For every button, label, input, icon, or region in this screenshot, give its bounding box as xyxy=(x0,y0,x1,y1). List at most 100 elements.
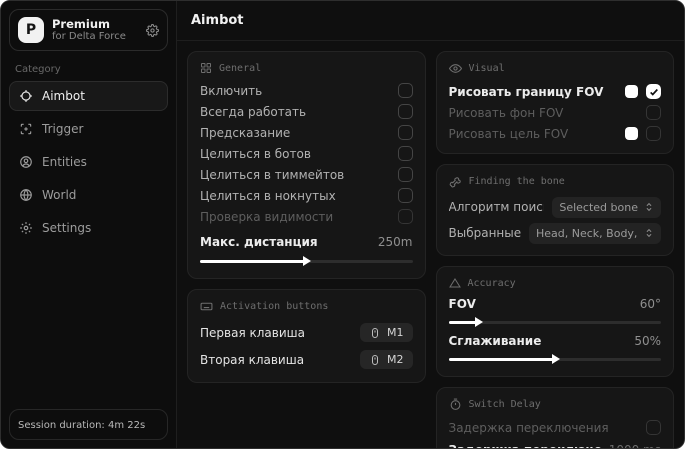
checkbox-draw-fov-background[interactable] xyxy=(646,105,661,120)
keybind-value: M1 xyxy=(387,326,404,339)
setting-label: Сглаживание xyxy=(449,334,627,348)
left-column: General Включить Всегда работать Предска… xyxy=(187,51,426,438)
category-label: Category xyxy=(15,64,162,75)
max-distance-slider[interactable] xyxy=(200,255,413,267)
checkbox-draw-fov-border[interactable] xyxy=(646,84,661,99)
sidebar-item-label: World xyxy=(42,188,76,202)
general-card: General Включить Всегда работать Предска… xyxy=(187,51,426,279)
keybind-value: M2 xyxy=(387,353,404,366)
activation-title-text: Activation buttons xyxy=(220,301,328,312)
fov-slider[interactable] xyxy=(449,316,662,328)
setting-label: Выбранные кости xyxy=(449,226,522,240)
eye-icon xyxy=(449,62,462,75)
setting-label: Рисовать цель FOV xyxy=(449,127,618,141)
color-swatch[interactable] xyxy=(625,85,638,98)
sidebar-item-entities[interactable]: Entities xyxy=(9,147,168,177)
select-value: Head, Neck, Body, Pe.. xyxy=(536,227,638,240)
max-distance-value: 250m xyxy=(378,235,413,249)
keybind-label: Вторая клавиша xyxy=(200,353,352,367)
accuracy-card-title: Accuracy xyxy=(449,277,662,289)
crosshair-icon xyxy=(19,89,33,103)
fov-value: 60° xyxy=(640,297,661,311)
sidebar-item-trigger[interactable]: Trigger xyxy=(9,114,168,144)
checkbox-aim-teammates[interactable] xyxy=(398,167,413,182)
checkbox-draw-fov-target[interactable] xyxy=(646,126,661,141)
brand-card: P Premium for Delta Force xyxy=(9,9,168,51)
setting-row-visibility-check: Проверка видимости xyxy=(200,206,413,227)
setting-row-aim-bots: Целиться в ботов xyxy=(200,143,413,164)
setting-label: Целиться в ботов xyxy=(200,147,390,161)
visual-card: Visual Рисовать границу FOV Рисовать фон… xyxy=(436,51,675,154)
setting-label: Проверка видимости xyxy=(200,210,390,224)
slider-fill xyxy=(200,260,306,263)
keybind-button-first[interactable]: M1 xyxy=(360,323,413,342)
main-area: Aimbot General Включить xyxy=(177,1,684,448)
setting-label: FOV xyxy=(449,297,632,311)
checkbox-aim-knocked[interactable] xyxy=(398,188,413,203)
general-card-title: General xyxy=(200,62,413,74)
trigger-icon xyxy=(19,122,33,136)
checkbox-switch-delay[interactable] xyxy=(646,420,661,435)
checkbox-always-work[interactable] xyxy=(398,104,413,119)
page-title: Aimbot xyxy=(191,13,244,28)
app-window: P Premium for Delta Force Category Aimbo… xyxy=(0,0,685,449)
setting-row-always-work: Всегда работать xyxy=(200,101,413,122)
session-duration-card: Session duration: 4m 22s xyxy=(9,409,168,440)
gear-icon[interactable] xyxy=(146,24,159,37)
checkbox-aim-bots[interactable] xyxy=(398,146,413,161)
activation-card-title: Activation buttons xyxy=(200,300,413,313)
visual-card-title: Visual xyxy=(449,62,662,75)
keybind-label: Первая клавиша xyxy=(200,326,352,340)
bone-algorithm-select[interactable]: Selected bone xyxy=(552,197,661,218)
grid-icon xyxy=(200,62,212,74)
bone-title-text: Finding the bone xyxy=(469,176,565,187)
color-swatch[interactable] xyxy=(625,127,638,140)
slider-thumb[interactable] xyxy=(303,256,311,266)
mouse-icon xyxy=(369,354,381,366)
general-title-text: General xyxy=(219,63,261,74)
sidebar-item-label: Settings xyxy=(42,221,91,235)
bone-card-title: Finding the bone xyxy=(449,175,662,188)
smoothing-slider[interactable] xyxy=(449,353,662,365)
row-controls xyxy=(625,126,661,141)
sidebar-item-label: Trigger xyxy=(42,122,83,136)
setting-label: Алгоритм поиска костей xyxy=(449,200,545,214)
sidebar-item-aimbot[interactable]: Aimbot xyxy=(9,81,168,111)
mouse-icon xyxy=(369,327,381,339)
setting-label: Задержка переключения (мс) xyxy=(449,443,601,448)
keyboard-icon xyxy=(200,300,213,313)
sidebar-item-label: Aimbot xyxy=(42,89,85,103)
setting-label: Включить xyxy=(200,84,390,98)
selected-bones-select[interactable]: Head, Neck, Body, Pe.. xyxy=(529,223,661,244)
setting-label: Предсказание xyxy=(200,126,390,140)
main-body: General Включить Всегда работать Предска… xyxy=(177,41,684,448)
setting-row-selected-bones: Выбранные кости Head, Neck, Body, Pe.. xyxy=(449,220,662,246)
keybind-button-second[interactable]: M2 xyxy=(360,350,413,369)
setting-label: Макс. дистанция xyxy=(200,235,370,249)
checkbox-prediction[interactable] xyxy=(398,125,413,140)
sidebar-item-settings[interactable]: Settings xyxy=(9,213,168,243)
activation-card: Activation buttons Первая клавиша M1 Вто… xyxy=(187,289,426,383)
brand-logo: P xyxy=(18,17,44,43)
setting-row-fov: FOV 60° xyxy=(449,295,662,313)
slider-thumb[interactable] xyxy=(475,317,483,327)
triangle-icon xyxy=(449,277,461,289)
slider-thumb[interactable] xyxy=(552,354,560,364)
switch-delay-card-title: Switch Delay xyxy=(449,398,662,411)
sidebar-item-world[interactable]: World xyxy=(9,180,168,210)
setting-row-aim-teammates: Целиться в тиммейтов xyxy=(200,164,413,185)
timer-icon xyxy=(449,398,462,411)
sidebar: P Premium for Delta Force Category Aimbo… xyxy=(1,1,177,448)
checkbox-visibility-check[interactable] xyxy=(398,209,413,224)
setting-row-draw-fov-target: Рисовать цель FOV xyxy=(449,123,662,144)
slider-fill xyxy=(449,358,555,361)
checkbox-enable[interactable] xyxy=(398,83,413,98)
brand-subtitle: for Delta Force xyxy=(52,31,126,43)
setting-label: Рисовать фон FOV xyxy=(449,106,639,120)
switch-delay-card: Switch Delay Задержка переключения Задер… xyxy=(436,387,675,448)
visual-title-text: Visual xyxy=(469,63,505,74)
setting-row-switch-delay-toggle: Задержка переключения xyxy=(449,417,662,438)
entities-icon xyxy=(19,155,33,169)
bone-icon xyxy=(449,175,462,188)
accuracy-card: Accuracy FOV 60° Сглаживание 50% xyxy=(436,266,675,377)
